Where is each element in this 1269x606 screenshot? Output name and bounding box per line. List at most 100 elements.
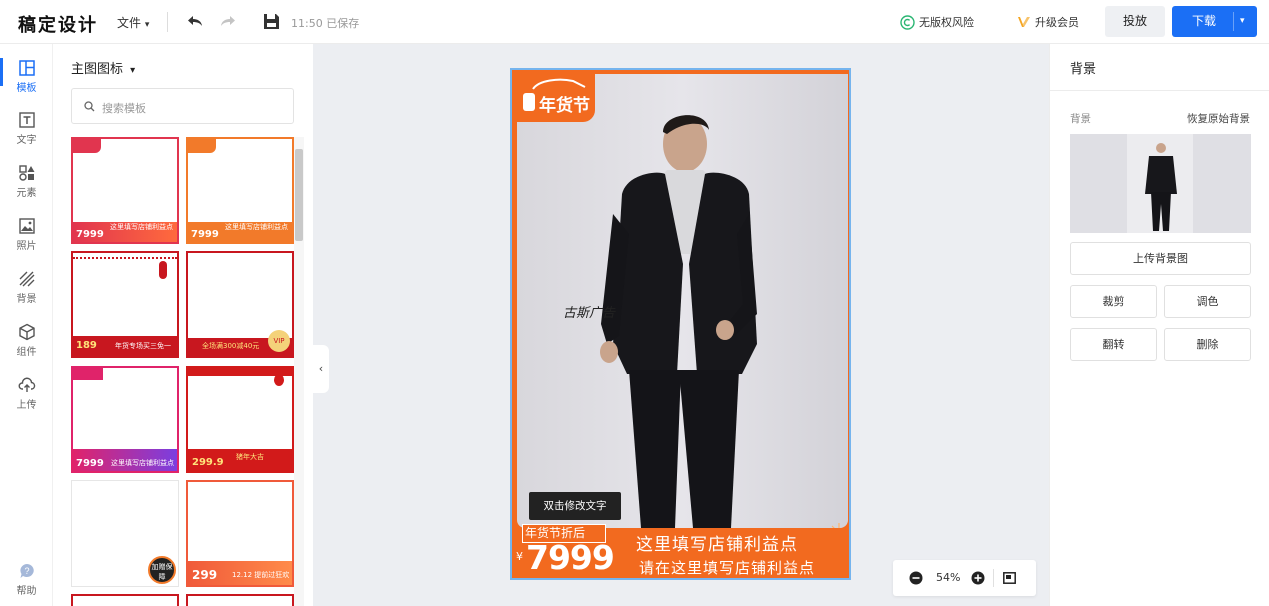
edit-text-tooltip: 双击修改文字 [529, 492, 621, 520]
help-button[interactable]: ? 帮助 [0, 562, 53, 597]
badge-tag [523, 93, 535, 111]
fit-screen-icon[interactable] [1003, 572, 1016, 584]
zoom-controls: 54% [893, 560, 1036, 596]
festival-badge[interactable]: 年货节 [517, 74, 595, 122]
preview-man-image [1145, 143, 1177, 231]
copyright-label: 无版权风险 [919, 16, 974, 29]
app-logo[interactable]: 稿定设计 [18, 11, 98, 37]
nav-item-templates[interactable]: 模板 [0, 59, 53, 94]
template-thumbnail[interactable]: 加赠保障 [71, 480, 179, 587]
toolbar-divider [167, 12, 168, 32]
nav-item-background[interactable]: 背景 [0, 270, 53, 305]
help-label: 帮助 [16, 586, 37, 597]
nav-label: 模板 [16, 83, 37, 94]
redo-icon[interactable] [219, 12, 237, 33]
file-menu-label: 文件 [117, 16, 142, 30]
signature-text: 古斯广告 [563, 306, 616, 321]
layout-icon [18, 60, 35, 76]
component-icon [18, 323, 35, 341]
nav-label: 文字 [16, 135, 37, 146]
copyright-icon [900, 14, 915, 30]
poster-photo[interactable]: 古斯广告 年货节 双击修改文字 [517, 74, 848, 528]
template-thumbnail[interactable]: 299 12.12 提前过狂欢 [186, 480, 294, 587]
template-thumbnail[interactable]: 7999 这里填写店铺利益点 [71, 366, 179, 473]
download-button[interactable]: 下载 ▾ [1172, 6, 1257, 37]
copyright-link[interactable]: 无版权风险 [900, 14, 974, 30]
nav-item-photos[interactable]: 照片 [0, 217, 53, 252]
knot-ornament [159, 261, 167, 279]
template-thumbnail[interactable]: 7999 这里填写店铺利益点 [186, 137, 294, 244]
save-icon[interactable] [263, 13, 280, 33]
text-icon [18, 112, 35, 128]
delete-button[interactable]: 删除 [1164, 328, 1251, 361]
nav-label: 照片 [16, 241, 37, 252]
publish-button[interactable]: 投放 [1105, 6, 1165, 37]
nav-item-text[interactable]: 文字 [0, 111, 53, 146]
thumbnail-text: 年货专场买三免一 [115, 342, 171, 350]
thumbnail-text: 猪年大吉 [236, 453, 264, 461]
template-category-label: 主图图标 [71, 62, 124, 77]
thumbnail-price: 7999 [191, 229, 219, 240]
template-grid: 7999 这里填写店铺利益点 7999 这里填写店铺利益点 189 年货专场买三… [71, 137, 296, 606]
thumbnail-badge [73, 139, 101, 153]
man-in-suit-image [600, 115, 757, 528]
reset-background-link[interactable]: 恢复原始背景 [1187, 111, 1250, 126]
crop-button[interactable]: 裁剪 [1070, 285, 1157, 318]
design-poster[interactable]: 古斯广告 年货节 双击修改文字 年货节折后 ¥ 7999 这里填写店铺利益点 请… [510, 68, 851, 580]
thumbnail-text: 这里填写店铺利益点 [111, 459, 174, 467]
poster-price[interactable]: 7999 [526, 538, 615, 577]
template-thumbnail[interactable]: VIP 全场满300减40元 [186, 251, 294, 358]
thumbnail-border-pattern [73, 253, 177, 259]
car-icon [532, 78, 586, 90]
properties-panel: 背景 背景 恢复原始背景 上传背景图 裁剪 调色 翻转 删除 [1049, 44, 1269, 606]
adjust-color-button[interactable]: 调色 [1164, 285, 1251, 318]
price-currency: ¥ [516, 550, 523, 563]
file-menu[interactable]: 文件 ▾ [117, 14, 149, 31]
flip-button[interactable]: 翻转 [1070, 328, 1157, 361]
panel-title: 背景 [1070, 62, 1097, 77]
panel-divider [1050, 90, 1269, 91]
chevron-down-icon: ▾ [144, 20, 150, 30]
upload-icon [18, 377, 35, 392]
zoom-level: 54% [936, 571, 961, 584]
template-thumbnail[interactable]: 189 年货专场买三免一 [71, 251, 179, 358]
nav-item-upload[interactable]: 上传 [0, 376, 53, 411]
thumbnail-price: 299 [192, 568, 218, 582]
nav-item-elements[interactable]: 元素 [0, 164, 53, 199]
background-preview[interactable] [1070, 134, 1251, 233]
elements-icon [18, 165, 34, 181]
background-icon [19, 271, 34, 287]
thumbnail-price: 7999 [76, 229, 104, 240]
background-label: 背景 [1070, 113, 1091, 125]
thumbnail-text: 加赠保障 [148, 556, 176, 584]
nav-item-components[interactable]: 组件 [0, 323, 53, 358]
template-scrollbar[interactable] [294, 137, 304, 606]
undo-icon[interactable] [186, 12, 204, 33]
collapse-panel-button[interactable]: ‹ [313, 345, 329, 393]
template-thumbnail[interactable] [71, 594, 179, 606]
template-thumbnail[interactable]: 299.9 猪年大吉 [186, 366, 294, 473]
upload-background-button[interactable]: 上传背景图 [1070, 242, 1251, 275]
nav-label: 组件 [16, 347, 37, 358]
benefit-line-2[interactable]: 请在这里填写店铺利益点 [639, 557, 815, 578]
zoom-in-icon[interactable] [971, 571, 985, 585]
download-label: 下载 [1192, 14, 1217, 28]
template-thumbnail[interactable]: 7999 这里填写店铺利益点 [71, 137, 179, 244]
template-thumbnail[interactable] [186, 594, 294, 606]
zoom-divider [993, 569, 994, 587]
canvas-area: 古斯广告 年货节 双击修改文字 年货节折后 ¥ 7999 这里填写店铺利益点 请… [313, 44, 1049, 606]
left-nav: 模板 文字 元素 照片 背景 组件 上传 ? 帮助 [0, 44, 53, 606]
thumbnail-price: 7999 [76, 458, 104, 469]
upgrade-label: 升级会员 [1035, 16, 1079, 29]
search-input[interactable]: 搜索模板 [71, 88, 294, 124]
thumbnail-text: 这里填写店铺利益点 [225, 223, 288, 231]
template-category-dropdown[interactable]: 主图图标 ▾ [71, 58, 135, 77]
benefit-line-1[interactable]: 这里填写店铺利益点 [636, 530, 798, 555]
photo-icon [18, 218, 35, 234]
thumbnail-price: 189 [76, 340, 97, 351]
upgrade-link[interactable]: 升级会员 [1017, 14, 1079, 30]
svg-text:?: ? [24, 566, 29, 576]
scrollbar-thumb[interactable] [295, 149, 303, 241]
chevron-down-icon[interactable]: ▾ [1240, 6, 1245, 37]
zoom-out-icon[interactable] [909, 571, 923, 585]
